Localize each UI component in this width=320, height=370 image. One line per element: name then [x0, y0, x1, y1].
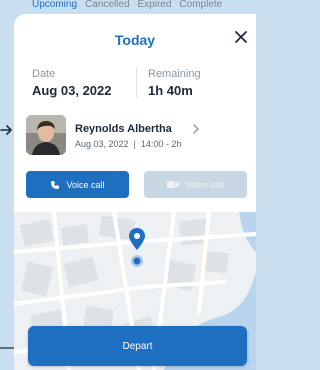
- video-camera-icon: [167, 181, 180, 188]
- info-divider: [136, 68, 137, 98]
- contact-row[interactable]: Reynolds Albertha Aug 03, 2022 | 14:00 -…: [26, 115, 248, 171]
- video-call-button[interactable]: Video call: [144, 171, 247, 198]
- appointment-info: Date Aug 03, 2022 Remaining 1h 40m: [32, 68, 242, 112]
- call-actions: Voice call Video call: [26, 171, 248, 199]
- remaining-label: Remaining: [148, 68, 201, 80]
- close-icon[interactable]: [234, 30, 248, 44]
- contact-name: Reynolds Albertha: [75, 123, 172, 135]
- avatar: [26, 115, 66, 155]
- appointment-card: Today Date Aug 03, 2022 Remaining 1h 40m…: [14, 14, 256, 370]
- remaining-block: Remaining 1h 40m: [148, 68, 201, 98]
- video-call-label: Video call: [185, 179, 224, 190]
- chevron-right-icon[interactable]: [192, 124, 200, 134]
- date-label: Date: [32, 68, 56, 80]
- page-title: Today: [114, 32, 156, 48]
- remaining-value: 1h 40m: [148, 83, 193, 98]
- tab-upcoming[interactable]: Upcoming: [32, 0, 77, 10]
- tab-complete[interactable]: Complete: [179, 0, 222, 10]
- card-header: Today: [14, 14, 256, 64]
- arrow-right-icon: [0, 125, 13, 135]
- voice-call-label: Voice call: [66, 179, 105, 190]
- date-value: Aug 03, 2022: [32, 83, 112, 98]
- depart-button[interactable]: Depart: [28, 326, 247, 366]
- date-block: Date Aug 03, 2022: [32, 68, 112, 98]
- tab-expired[interactable]: Expired: [138, 0, 172, 10]
- appointment-time: Aug 03, 2022 | 14:00 - 2h: [75, 139, 182, 149]
- phone-icon: [51, 180, 60, 189]
- voice-call-button[interactable]: Voice call: [26, 171, 129, 198]
- tab-cancelled[interactable]: Cancelled: [85, 0, 129, 10]
